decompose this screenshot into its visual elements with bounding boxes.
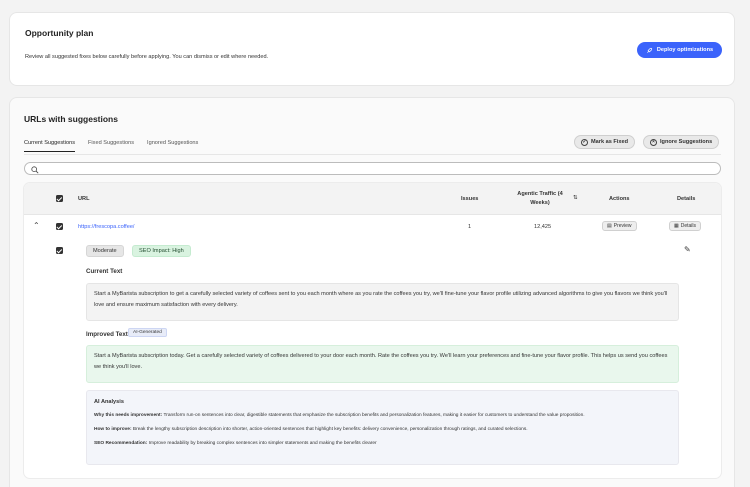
- details-button[interactable]: ▦ Details: [669, 221, 702, 231]
- ai-analysis-panel: AI Analysis Why this needs improvement: …: [86, 390, 679, 465]
- header-actions: Actions: [609, 196, 630, 202]
- deploy-optimizations-label: Deploy optimizations: [656, 47, 714, 53]
- improved-text-box: Start a MyBarista subscription today. Ge…: [86, 345, 679, 383]
- header-agentic-traffic[interactable]: Agentic Traffic (4 Weeks): [514, 190, 566, 208]
- edit-pencil-icon[interactable]: ✎: [684, 245, 691, 254]
- opportunity-plan-card: Opportunity plan Review all suggested fi…: [9, 12, 735, 86]
- collapse-row-chevron-icon[interactable]: ⌃: [33, 221, 40, 230]
- urls-with-suggestions-card: URLs with suggestions Current Suggestion…: [9, 97, 735, 487]
- improved-text-title: Improved Text: [86, 331, 128, 338]
- table-header: URL Issues Agentic Traffic (4 Weeks) ⇅ A…: [24, 183, 721, 215]
- mark-as-fixed-button[interactable]: ✓ Mark as Fixed: [574, 135, 635, 149]
- search-icon: [31, 165, 39, 173]
- mark-as-fixed-label: Mark as Fixed: [591, 139, 628, 145]
- select-all-checkbox[interactable]: [56, 195, 63, 202]
- check-circle-icon: ✓: [581, 138, 588, 146]
- search-input[interactable]: [24, 162, 721, 175]
- preview-button[interactable]: ▤ Preview: [602, 221, 637, 231]
- why-improvement-row: Why this needs improvement: Transform ru…: [94, 413, 671, 418]
- bar-chart-icon: ▦: [674, 223, 679, 229]
- opportunity-plan-description: Review all suggested fixes below careful…: [25, 54, 269, 60]
- suggestion-checkbox[interactable]: [56, 247, 63, 254]
- tab-ignored-suggestions[interactable]: Ignored Suggestions: [147, 140, 198, 152]
- current-text-box: Start a MyBarista subscription to get a …: [86, 283, 679, 321]
- preview-label: Preview: [613, 223, 632, 229]
- how-text: Break the lengthy subscription descripti…: [132, 427, 528, 432]
- row-issues-count: 1: [468, 224, 472, 230]
- why-text: Transform run-on sentences into clear, d…: [163, 413, 585, 418]
- opportunity-plan-title: Opportunity plan: [25, 28, 94, 38]
- ignore-suggestions-label: Ignore Suggestions: [660, 139, 713, 145]
- seo-text: Improve readability by breaking complex …: [148, 441, 377, 446]
- row-url-link[interactable]: https://frescopa.coffee/: [78, 224, 135, 230]
- severity-badge: Moderate: [86, 245, 124, 257]
- how-improve-row: How to improve: Break the lengthy subscr…: [94, 427, 671, 432]
- tab-fixed-suggestions[interactable]: Fixed Suggestions: [88, 140, 134, 152]
- urls-section-title: URLs with suggestions: [24, 114, 118, 124]
- tab-current-suggestions[interactable]: Current Suggestions: [24, 140, 75, 152]
- header-url: URL: [78, 196, 90, 202]
- row-agentic-traffic: 12,425: [534, 224, 552, 230]
- why-label: Why this needs improvement:: [94, 413, 163, 418]
- details-label: Details: [680, 223, 697, 229]
- deploy-optimizations-button[interactable]: Deploy optimizations: [637, 42, 722, 58]
- sort-icon[interactable]: ⇅: [573, 195, 578, 201]
- seo-impact-badge: SEO Impact: High: [132, 245, 191, 257]
- rocket-icon: [647, 47, 652, 53]
- tabs-divider: [24, 154, 721, 155]
- seo-recommendation-row: SEO Recommendation: Improve readability …: [94, 441, 671, 446]
- ignore-suggestions-button[interactable]: × Ignore Suggestions: [643, 135, 720, 149]
- row-checkbox[interactable]: [56, 223, 63, 230]
- ai-generated-tag: AI-Generated: [128, 328, 167, 337]
- suggestion-tabs: Current Suggestions Fixed Suggestions Ig…: [24, 140, 198, 152]
- seo-label: SEO Recommendation:: [94, 441, 148, 446]
- header-issues: Issues: [461, 196, 479, 202]
- current-text-title: Current Text: [86, 268, 123, 275]
- close-circle-icon: ×: [650, 138, 657, 146]
- document-icon: ▤: [607, 223, 612, 229]
- how-label: How to improve:: [94, 427, 132, 432]
- header-details: Details: [677, 196, 696, 202]
- ai-analysis-title: AI Analysis: [94, 399, 124, 405]
